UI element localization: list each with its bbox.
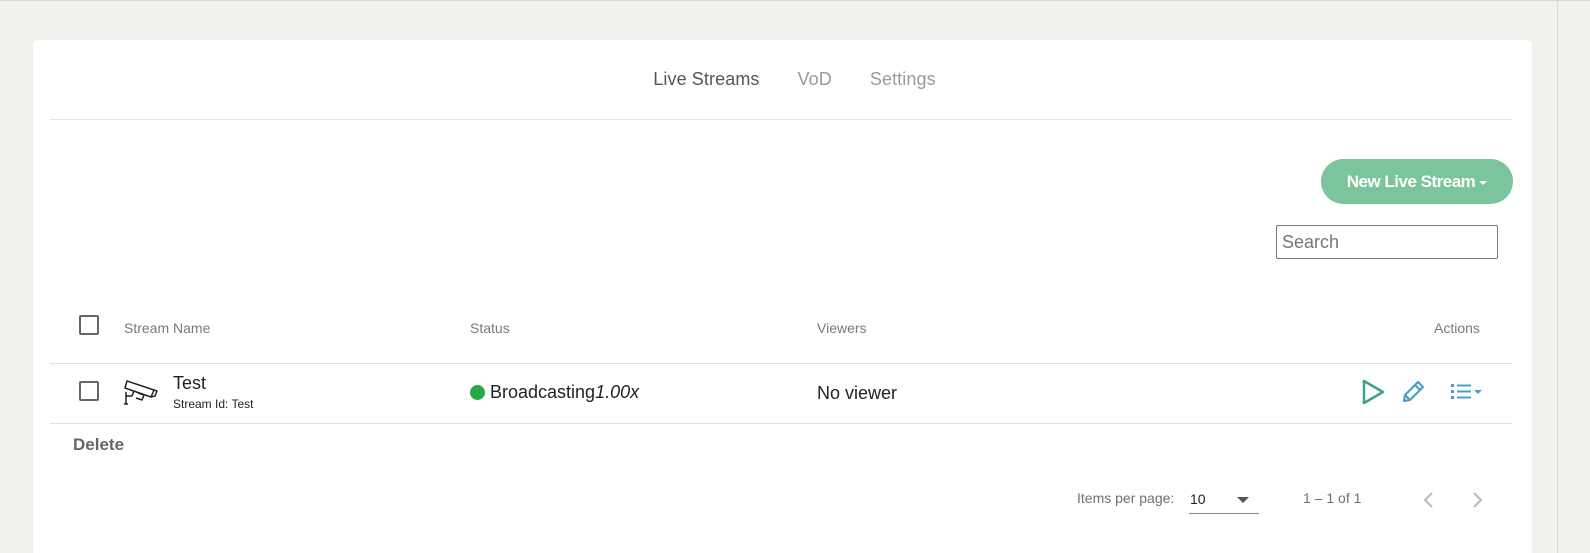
tab-live-streams[interactable]: Live Streams (634, 69, 778, 90)
pencil-icon[interactable] (1399, 378, 1427, 406)
new-live-stream-label: New Live Stream (1346, 171, 1476, 191)
page-scrollbar[interactable] (1554, 1, 1590, 553)
page-size-select[interactable]: 10 (1189, 488, 1259, 514)
status-indicator-icon (470, 385, 485, 400)
column-header-viewers[interactable]: Viewers (817, 320, 867, 336)
stream-status: Broadcasting 1.00x (470, 382, 639, 403)
row-checkbox[interactable] (79, 381, 99, 401)
page-size-value: 10 (1190, 491, 1206, 507)
column-header-status[interactable]: Status (470, 320, 510, 336)
dropdown-arrow-icon (1237, 497, 1249, 503)
status-speed: 1.00x (595, 382, 640, 402)
page-range-label: 1 – 1 of 1 (1303, 490, 1362, 506)
status-text: Broadcasting (490, 382, 596, 402)
security-camera-icon (124, 380, 158, 405)
search-input[interactable] (1276, 225, 1498, 259)
table-header: Stream Name Status Viewers Actions (50, 310, 1512, 364)
previous-page-icon[interactable] (1419, 490, 1439, 510)
stream-id: Stream Id: Test (173, 397, 254, 411)
tab-vod[interactable]: VoD (779, 69, 851, 90)
column-header-stream-name[interactable]: Stream Name (124, 320, 210, 336)
scrollbar-track (1557, 1, 1558, 553)
column-header-actions: Actions (1434, 320, 1480, 336)
viewers-value: No viewer (817, 383, 898, 403)
list-menu-icon[interactable] (1449, 380, 1485, 402)
delete-button[interactable]: Delete (73, 435, 124, 455)
table-row: Test Stream Id: Test Broadcasting 1.00x … (50, 364, 1512, 424)
stream-name[interactable]: Test (173, 373, 206, 394)
tab-settings[interactable]: Settings (851, 69, 955, 90)
streams-card: Live Streams VoD Settings New Live Strea… (33, 40, 1532, 553)
play-icon[interactable] (1360, 378, 1386, 406)
next-page-icon[interactable] (1467, 490, 1487, 510)
tab-bar: Live Streams VoD Settings (50, 40, 1512, 120)
new-live-stream-button[interactable]: New Live Stream (1321, 159, 1513, 204)
caret-down-icon (1479, 180, 1488, 185)
items-per-page-label: Items per page: (1077, 490, 1175, 506)
select-all-checkbox[interactable] (79, 315, 99, 335)
